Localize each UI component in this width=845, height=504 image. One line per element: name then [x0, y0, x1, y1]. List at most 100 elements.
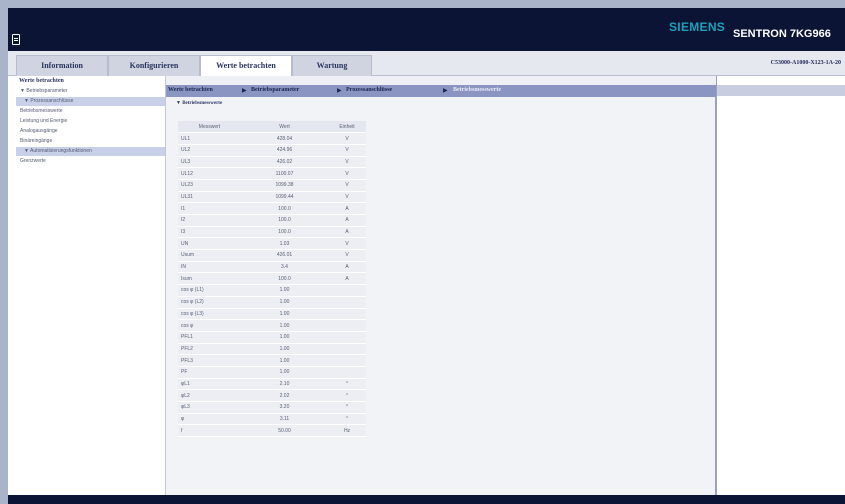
right-pane — [716, 76, 845, 496]
cell-messwert: f — [178, 424, 241, 438]
product-title: SENTRON 7KG966 — [733, 28, 831, 40]
cell-wert: 1.03 — [241, 237, 328, 251]
main-content: Werte betrachten ▶ Betriebsparameter ▶ P… — [166, 76, 716, 496]
table-row: I2 100.0 A — [178, 214, 366, 227]
cell-wert: 100.0 — [241, 226, 328, 239]
cell-einheit: V — [328, 191, 366, 204]
cell-wert: 1.00 — [241, 366, 328, 379]
table-row: I3 100.0 A — [178, 226, 366, 239]
cell-messwert: I3 — [178, 226, 241, 239]
cell-messwert: φ — [178, 413, 241, 426]
table-row: cos φ (L1) 1.00 — [178, 284, 366, 297]
cell-einheit: A — [328, 272, 366, 286]
table-header-row: Messwert Wert Einheit — [178, 121, 366, 134]
table-body: UL1 428.04 V UL2 424.96 V UL3 426.02 V UL12 1100.0… — [178, 132, 366, 438]
app-window: SIEMENS SENTRON 7KG966 Information Konfi… — [8, 8, 845, 504]
table-row: Usum 426.01 V — [178, 249, 366, 262]
cell-einheit: Hz — [328, 424, 366, 438]
sidebar-item-binaereingaenge[interactable]: Binäreingänge — [16, 137, 165, 147]
column-header-wert: Wert — [241, 121, 328, 134]
cell-wert: 428.04 — [241, 132, 328, 145]
cell-wert: 426.02 — [241, 156, 328, 169]
cell-wert: 1.00 — [241, 319, 328, 332]
cell-messwert: PF — [178, 366, 241, 379]
cell-messwert: cos φ — [178, 319, 241, 332]
cell-einheit — [328, 284, 366, 297]
sidebar-item-prozessanschluesse[interactable]: ▼ Prozessanschlüsse — [16, 97, 165, 107]
tab-information[interactable]: Information — [16, 55, 108, 76]
tab-werte-betrachten[interactable]: Werte betrachten — [200, 55, 292, 77]
table-row: cos φ (L3) 1.00 — [178, 308, 366, 321]
table-row: UL23 1099.38 V — [178, 179, 366, 192]
table-row: φL1 2.10 ° — [178, 378, 366, 391]
cell-messwert: φL2 — [178, 389, 241, 402]
cell-messwert: cos φ (L2) — [178, 296, 241, 309]
cell-messwert: UL31 — [178, 191, 241, 204]
document-icon[interactable] — [12, 34, 20, 45]
cell-einheit: A — [328, 202, 366, 215]
table-row: PF 1.00 — [178, 366, 366, 379]
cell-wert: 424.96 — [241, 144, 328, 157]
table-row: PFL2 1.00 — [178, 343, 366, 356]
cell-messwert: PFL3 — [178, 354, 241, 367]
tab-wartung[interactable]: Wartung — [292, 55, 372, 76]
cell-messwert: cos φ (L1) — [178, 284, 241, 297]
breadcrumb-item-werte-betrachten[interactable]: Werte betrachten — [168, 87, 213, 93]
cell-wert: 3.11 — [241, 413, 328, 426]
cell-wert: 100.0 — [241, 202, 328, 215]
column-header-messwert: Messwert — [178, 121, 241, 134]
cell-einheit: V — [328, 132, 366, 145]
cell-einheit: V — [328, 167, 366, 180]
cell-wert: 1.00 — [241, 284, 328, 297]
cell-einheit: ° — [328, 378, 366, 391]
sidebar-item-grenzwerte[interactable]: Grenzwerte — [16, 157, 165, 167]
cell-wert: 1.00 — [241, 354, 328, 367]
cell-einheit: V — [328, 179, 366, 192]
cell-wert: 426.01 — [241, 249, 328, 262]
cell-wert: 2.10 — [241, 378, 328, 391]
table-row: φL3 3.20 ° — [178, 401, 366, 414]
cell-einheit — [328, 319, 366, 332]
cell-wert: 100.0 — [241, 272, 328, 286]
table-row: cos φ 1.00 — [178, 319, 366, 332]
table-row: Isum 100.0 A — [178, 272, 366, 286]
cell-messwert: UN — [178, 237, 241, 251]
table-row: I1 100.0 A — [178, 202, 366, 215]
breadcrumb-item-prozessanschluesse[interactable]: Prozessanschlüsse — [346, 87, 392, 93]
cell-einheit — [328, 343, 366, 356]
breadcrumb-item-betriebsmesswerte: Betriebsmesswerte — [453, 87, 501, 93]
sidebar: Werte betrachten ▼ Betriebsparameter ▼ P… — [16, 76, 166, 496]
cell-einheit: V — [328, 249, 366, 262]
cell-messwert: Usum — [178, 249, 241, 262]
breadcrumb-item-betriebsparameter[interactable]: Betriebsparameter — [251, 87, 299, 93]
table-row: φ 3.11 ° — [178, 413, 366, 426]
cell-wert: 1.00 — [241, 331, 328, 344]
panel-title[interactable]: ▼ Betriebsmesswerte — [176, 101, 222, 106]
cell-einheit: V — [328, 156, 366, 169]
sidebar-item-betriebsparameter[interactable]: ▼ Betriebsparameter — [16, 87, 165, 97]
breadcrumb-arrow-icon: ▶ — [242, 88, 247, 94]
cell-messwert: PFL1 — [178, 331, 241, 344]
cell-messwert: UL23 — [178, 179, 241, 192]
table-row: UL3 426.02 V — [178, 156, 366, 169]
sidebar-item-analogausgaenge[interactable]: Analogausgänge — [16, 127, 165, 137]
table-row: PFL1 1.00 — [178, 331, 366, 344]
header-bar: SIEMENS SENTRON 7KG966 — [8, 8, 845, 51]
cell-einheit — [328, 354, 366, 367]
table-row: UL31 1099.44 V — [178, 191, 366, 204]
cell-wert: 1099.44 — [241, 191, 328, 204]
table-row: UL12 1100.07 V — [178, 167, 366, 180]
tab-konfigurieren[interactable]: Konfigurieren — [108, 55, 200, 76]
sidebar-item-leistung-energie[interactable]: Leistung und Energie — [16, 117, 165, 127]
table-row: φL2 2.02 ° — [178, 389, 366, 402]
sidebar-item-automatisierungsfunktionen[interactable]: ▼ Automatisierungsfunktionen — [16, 147, 165, 157]
cell-messwert: IN — [178, 261, 241, 274]
cell-einheit: V — [328, 237, 366, 251]
breadcrumb: Werte betrachten ▶ Betriebsparameter ▶ P… — [166, 85, 716, 97]
sidebar-item-betriebsmesswerte[interactable]: Betriebsmesswerte — [16, 107, 165, 117]
cell-wert: 2.02 — [241, 389, 328, 402]
breadcrumb-arrow-icon: ▶ — [337, 88, 342, 94]
cell-wert: 1100.07 — [241, 167, 328, 180]
cell-messwert: UL1 — [178, 132, 241, 145]
table-row: UN 1.03 V — [178, 237, 366, 251]
